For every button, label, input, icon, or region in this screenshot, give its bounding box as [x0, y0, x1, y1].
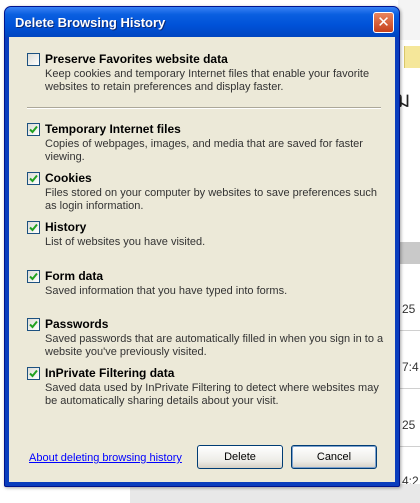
background-tab [404, 46, 420, 68]
preserve-favorites-label[interactable]: Preserve Favorites website data [45, 52, 228, 66]
form-data-label[interactable]: Form data [45, 269, 103, 283]
background-table-header [398, 242, 420, 264]
dialog-body: Preserve Favorites website data Keep coo… [9, 37, 395, 482]
passwords-description: Saved passwords that are automatically f… [45, 333, 384, 358]
inprivate-filtering-checkbox[interactable] [27, 367, 40, 380]
background-header [398, 0, 420, 40]
checkmark-icon [29, 369, 38, 378]
close-button[interactable]: ✕ [373, 12, 394, 33]
close-icon: ✕ [377, 14, 390, 31]
checkmark-icon [29, 174, 38, 183]
background-divider [398, 388, 420, 389]
background-divider [398, 330, 420, 331]
checkmark-icon [29, 320, 38, 329]
passwords-checkbox[interactable] [27, 318, 40, 331]
cookies-description: Files stored on your computer by website… [45, 187, 377, 212]
temporary-internet-files-checkbox[interactable] [27, 123, 40, 136]
checkmark-icon [29, 223, 38, 232]
checkmark-icon [29, 125, 38, 134]
checkmark-icon [29, 272, 38, 281]
cookies-checkbox[interactable] [27, 172, 40, 185]
passwords-label[interactable]: Passwords [45, 317, 108, 331]
form-data-description: Saved information that you have typed in… [45, 285, 288, 297]
preserve-favorites-description: Keep cookies and temporary Internet file… [45, 68, 370, 93]
dialog-title: Delete Browsing History [15, 15, 166, 30]
temporary-internet-files-label[interactable]: Temporary Internet files [45, 122, 181, 136]
history-description: List of websites you have visited. [45, 236, 206, 248]
background-divider [398, 446, 420, 447]
form-data-checkbox[interactable] [27, 270, 40, 283]
background-cell: 25 [402, 302, 416, 316]
delete-button[interactable]: Delete [197, 445, 283, 469]
cancel-button[interactable]: Cancel [291, 445, 377, 469]
inprivate-filtering-description: Saved data used by InPrivate Filtering t… [45, 382, 379, 407]
delete-browsing-history-dialog: Delete Browsing History ✕ Preserve Favor… [4, 6, 400, 487]
history-label[interactable]: History [45, 220, 86, 234]
background-cell: 7:4 [402, 360, 419, 374]
separator [27, 107, 381, 109]
temporary-internet-files-description: Copies of webpages, images, and media th… [45, 138, 363, 163]
inprivate-filtering-label[interactable]: InPrivate Filtering data [45, 366, 174, 380]
title-bar[interactable]: Delete Browsing History ✕ [5, 7, 399, 37]
preserve-favorites-checkbox[interactable] [27, 53, 40, 66]
cookies-label[interactable]: Cookies [45, 171, 92, 185]
about-deleting-history-link[interactable]: About deleting browsing history [29, 452, 182, 464]
history-checkbox[interactable] [27, 221, 40, 234]
background-cell: 25 [402, 418, 416, 432]
